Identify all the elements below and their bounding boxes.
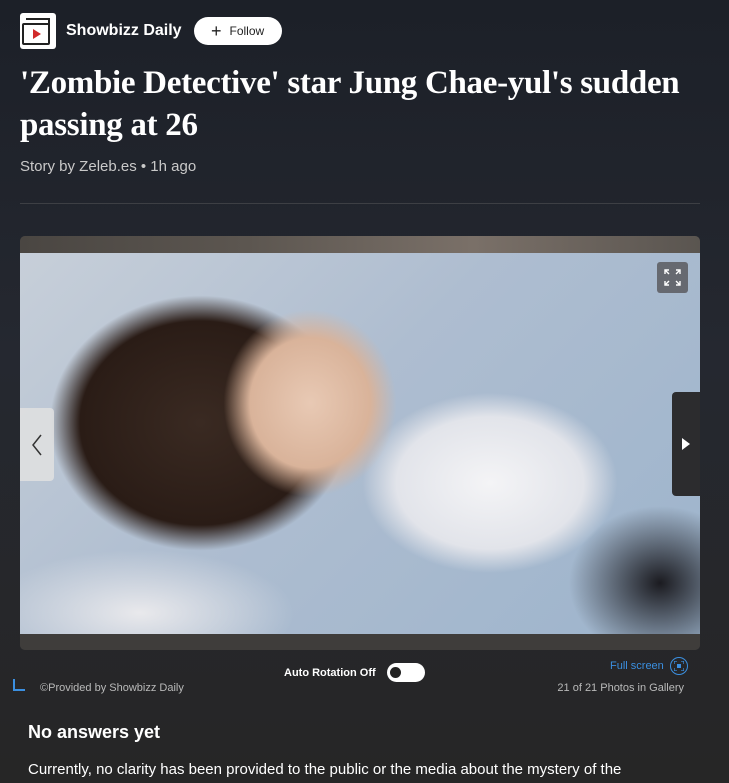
article-title: 'Zombie Detective' star Jung Chae-yul's … [20, 65, 680, 143]
chevron-left-icon [32, 434, 42, 455]
corner-bracket-icon [13, 679, 25, 691]
article-header: Showbizz Daily + Follow [20, 12, 282, 50]
full-screen-label: Full screen [610, 660, 664, 672]
next-photo-button[interactable] [672, 392, 700, 496]
auto-rotation-control: Auto Rotation Off [284, 663, 425, 682]
body-paragraph: Currently, no clarity has been provided … [28, 761, 622, 778]
brand-logo[interactable] [20, 13, 56, 49]
fullscreen-circle-icon [669, 657, 688, 675]
section-heading: No answers yet [28, 722, 161, 742]
follow-label: Follow [229, 24, 265, 38]
expand-icon[interactable] [657, 262, 688, 293]
auto-rotation-toggle[interactable] [386, 663, 425, 682]
photo-gallery [20, 236, 700, 650]
gallery-photo[interactable] [20, 253, 700, 634]
photo-credit: ©Provided by Showbizz Daily [40, 682, 184, 694]
divider [20, 203, 700, 204]
plus-icon: + [210, 21, 222, 41]
full-screen-link[interactable]: Full screen [610, 657, 688, 675]
article-byline: Story by Zeleb.es • 1h ago [20, 158, 197, 175]
brand-name[interactable]: Showbizz Daily [66, 22, 182, 40]
gallery-top-bar [20, 236, 700, 253]
play-right-icon [682, 438, 690, 450]
auto-rotation-label: Auto Rotation Off [284, 666, 376, 679]
photo-count: 21 of 21 Photos in Gallery [557, 682, 684, 694]
follow-button[interactable]: + Follow [193, 17, 282, 45]
video-play-logo-icon [22, 18, 50, 45]
gallery-bottom-bar [20, 634, 700, 650]
previous-photo-button[interactable] [20, 408, 54, 481]
